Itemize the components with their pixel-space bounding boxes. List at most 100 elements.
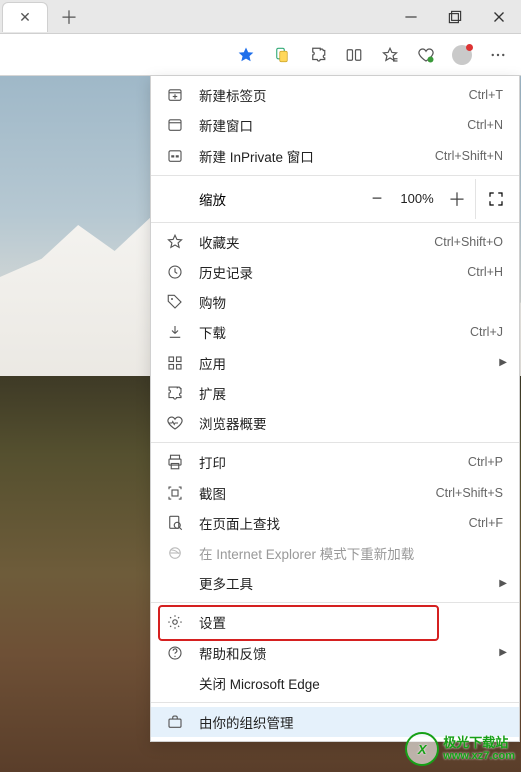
menu-label: 扩展 [199, 383, 503, 403]
zoom-out-button[interactable]: − [359, 181, 395, 217]
zoom-label: 缩放 [199, 189, 359, 209]
titlebar: ✕ ＋ [0, 0, 521, 34]
menu-new-window[interactable]: 新建窗口 Ctrl+N [151, 110, 519, 140]
menu-shortcut: Ctrl+Shift+N [435, 149, 503, 163]
favorites-list-button[interactable] [373, 38, 407, 72]
performance-button[interactable] [409, 38, 443, 72]
profile-button[interactable] [445, 38, 479, 72]
menu-label: 帮助和反馈 [199, 643, 503, 663]
menu-find[interactable]: 在页面上查找 Ctrl+F [151, 508, 519, 538]
menu-extensions[interactable]: 扩展 [151, 378, 519, 408]
close-window-button[interactable] [477, 0, 521, 34]
browser-tab[interactable]: ✕ [2, 2, 48, 32]
menu-new-tab[interactable]: 新建标签页 Ctrl+T [151, 80, 519, 110]
menu-downloads[interactable]: 下载 Ctrl+J [151, 317, 519, 347]
menu-more-tools[interactable]: 更多工具 ▶ [151, 568, 519, 598]
menu-shortcut: Ctrl+F [469, 516, 503, 530]
menu-shortcut: Ctrl+Shift+O [434, 235, 503, 249]
menu-label: 打印 [199, 452, 468, 472]
menu-shortcut: Ctrl+Shift+S [436, 486, 503, 500]
menu-screenshot[interactable]: 截图 Ctrl+Shift+S [151, 477, 519, 507]
menu-browser-essentials[interactable]: 浏览器概要 [151, 408, 519, 438]
menu-new-inprivate[interactable]: 新建 InPrivate 窗口 Ctrl+Shift+N [151, 140, 519, 170]
menu-label: 收藏夹 [199, 232, 434, 252]
more-menu-button[interactable] [481, 38, 515, 72]
profile-avatar-icon [452, 45, 472, 65]
blank-icon [165, 673, 185, 693]
watermark-url: www.xz7.com [443, 750, 515, 762]
extensions-button[interactable] [301, 38, 335, 72]
menu-apps[interactable]: 应用 ▶ [151, 348, 519, 378]
menu-label: 购物 [199, 292, 503, 312]
menu-label: 新建标签页 [199, 85, 469, 105]
menu-label: 在页面上查找 [199, 513, 469, 533]
chevron-right-icon: ▶ [499, 578, 507, 589]
maximize-icon [446, 8, 464, 26]
puzzle-icon [165, 383, 185, 403]
collections-button[interactable] [265, 38, 299, 72]
menu-print[interactable]: 打印 Ctrl+P [151, 447, 519, 477]
minimize-button[interactable] [389, 0, 433, 34]
apps-icon [165, 353, 185, 373]
menu-label: 截图 [199, 483, 436, 503]
minimize-icon [402, 8, 420, 26]
menu-label: 设置 [199, 612, 503, 632]
search-page-icon [165, 513, 185, 533]
zoom-percent: 100% [395, 191, 439, 206]
menu-favorites[interactable]: 收藏夹 Ctrl+Shift+O [151, 227, 519, 257]
help-icon [165, 643, 185, 663]
maximize-button[interactable] [433, 0, 477, 34]
shopping-tag-icon [165, 292, 185, 312]
menu-shortcut: Ctrl+J [470, 325, 503, 339]
menu-shortcut: Ctrl+N [467, 118, 503, 132]
more-horizontal-icon [489, 46, 507, 64]
menu-shortcut: Ctrl+P [468, 455, 503, 469]
toolbar [0, 34, 521, 76]
menu-label: 更多工具 [199, 573, 503, 593]
briefcase-icon [165, 712, 185, 732]
watermark-logo-icon: X [405, 732, 439, 766]
menu-label: 历史记录 [199, 262, 467, 282]
star-filled-icon [237, 46, 255, 64]
plus-icon: ＋ [60, 4, 78, 30]
zoom-in-button[interactable]: ＋ [439, 181, 475, 217]
watermark: X 极光下载站 www.xz7.com [405, 732, 515, 766]
menu-label: 关闭 Microsoft Edge [199, 673, 503, 693]
menu-label: 在 Internet Explorer 模式下重新加载 [199, 543, 503, 563]
menu-settings[interactable]: 设置 [151, 607, 519, 637]
notification-dot-icon [466, 44, 473, 51]
menu-label: 浏览器概要 [199, 413, 503, 433]
history-icon [165, 262, 185, 282]
plus-icon: ＋ [448, 186, 466, 212]
watermark-name: 极光下载站 [443, 736, 515, 750]
close-tab-icon[interactable]: ✕ [19, 9, 31, 26]
menu-separator [151, 602, 519, 603]
star-outline-icon [381, 46, 399, 64]
ie-icon [165, 543, 185, 563]
menu-help[interactable]: 帮助和反馈 ▶ [151, 638, 519, 668]
fullscreen-button[interactable] [475, 179, 515, 219]
inprivate-icon [165, 146, 185, 166]
menu-close-edge[interactable]: 关闭 Microsoft Edge [151, 668, 519, 698]
split-screen-icon [345, 46, 363, 64]
new-tab-button[interactable]: ＋ [54, 2, 84, 32]
fullscreen-icon [487, 190, 505, 208]
chevron-right-icon: ▶ [499, 357, 507, 368]
menu-shopping[interactable]: 购物 [151, 287, 519, 317]
menu-label: 下载 [199, 322, 470, 342]
print-icon [165, 452, 185, 472]
menu-label: 由你的组织管理 [199, 712, 503, 732]
extensions-icon [309, 46, 327, 64]
split-screen-button[interactable] [337, 38, 371, 72]
blank-icon [165, 573, 185, 593]
menu-ie-mode: 在 Internet Explorer 模式下重新加载 [151, 538, 519, 568]
favorite-button[interactable] [229, 38, 263, 72]
menu-separator [151, 175, 519, 176]
star-icon [165, 232, 185, 252]
gear-icon [165, 612, 185, 632]
new-window-icon [165, 115, 185, 135]
heartbeat-icon [417, 46, 435, 64]
menu-history[interactable]: 历史记录 Ctrl+H [151, 257, 519, 287]
menu-shortcut: Ctrl+H [467, 265, 503, 279]
heartbeat-icon [165, 413, 185, 433]
